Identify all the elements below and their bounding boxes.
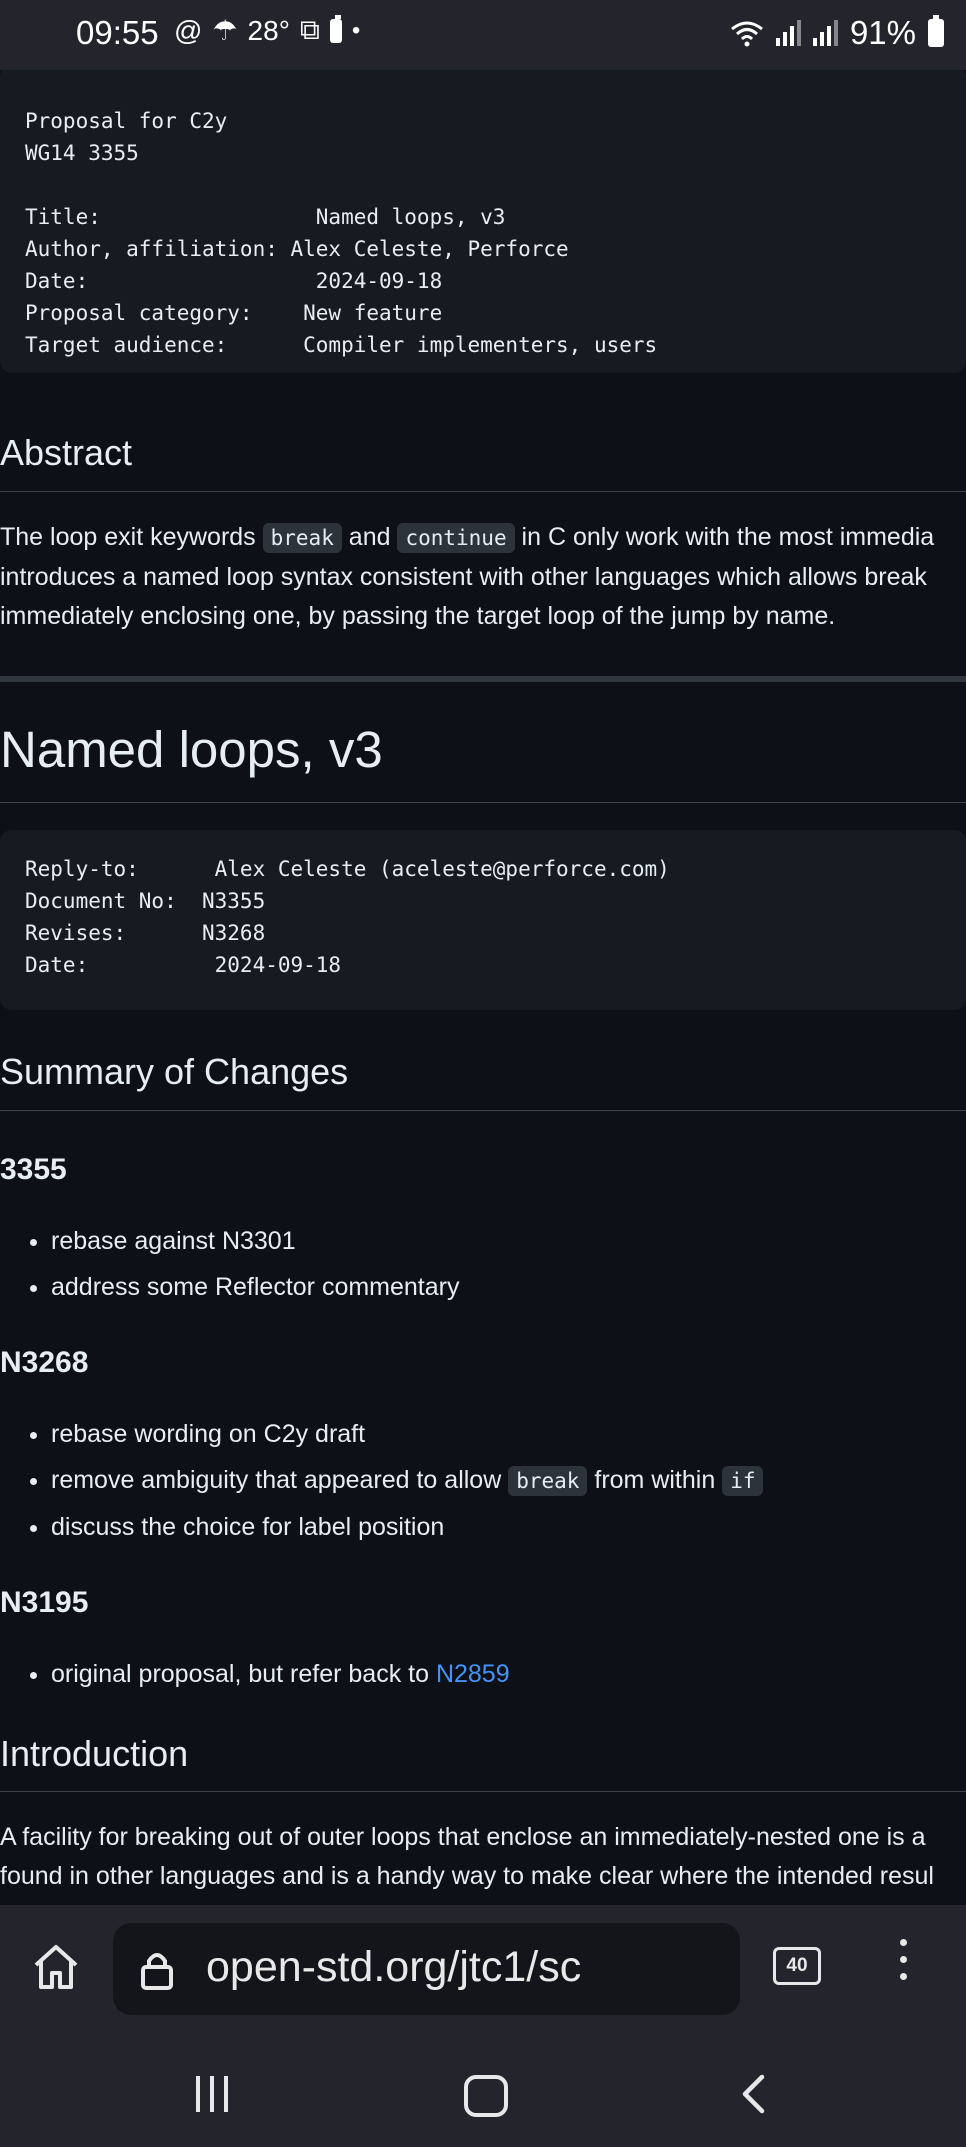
url-fade — [670, 1923, 740, 2015]
text: The loop exit keywords — [0, 523, 263, 551]
code-if: if — [722, 1466, 764, 1496]
introduction-paragraph: A facility for breaking out of outer loo… — [0, 1818, 966, 1896]
version-n3195-heading: N3195 — [0, 1586, 89, 1619]
proposal-meta-block: Proposal for C2y WG14 3355 Title: Named … — [0, 70, 966, 373]
nav-home-icon[interactable] — [464, 2075, 508, 2117]
address-bar[interactable]: open-std.org/jtc1/sc — [113, 1923, 740, 2015]
document-title: Named loops, v3 — [0, 721, 383, 778]
weather-icon: ☂ — [212, 15, 238, 46]
browser-toolbar: open-std.org/jtc1/sc 40 — [0, 1905, 966, 2033]
introduction-heading: Introduction — [0, 1733, 189, 1774]
intro-line: found in other languages and is a handy … — [0, 1862, 934, 1890]
list-item: rebase wording on C2y draft — [51, 1411, 763, 1457]
list-item: original proposal, but refer back to N28… — [51, 1651, 510, 1697]
code-continue: continue — [397, 523, 515, 553]
back-icon[interactable] — [738, 2073, 768, 2115]
dot-icon: • — [351, 16, 361, 44]
text: and — [341, 523, 398, 551]
signal-icon — [775, 20, 801, 46]
divider — [0, 491, 966, 492]
battery-icon — [928, 15, 944, 47]
wifi-icon — [731, 21, 763, 47]
document-info-block: Reply-to: Alex Celeste (aceleste@perforc… — [0, 830, 966, 1010]
meta-line: WG14 3355 — [25, 141, 139, 165]
text: original proposal, but refer back to — [51, 1660, 436, 1688]
home-icon[interactable] — [30, 1941, 82, 1993]
screen-record-icon: ⧉ — [299, 14, 320, 45]
abstract-line: introduces a named loop syntax consisten… — [0, 563, 927, 591]
link-n2859[interactable]: N2859 — [436, 1660, 510, 1688]
tabs-icon[interactable]: 40 — [773, 1947, 821, 1985]
meta-line: Target audience: Compiler implementers, … — [25, 333, 658, 357]
version-n3195-list: original proposal, but refer back to N28… — [0, 1651, 510, 1697]
url-text[interactable]: open-std.org/jtc1/sc — [206, 1943, 581, 1992]
text: from within — [587, 1466, 723, 1494]
version-3355-heading: 3355 — [0, 1153, 67, 1186]
list-item: address some Reflector commentary — [51, 1264, 459, 1310]
signal-icon-2 — [812, 20, 838, 46]
info-line: Date: 2024-09-18 — [25, 953, 342, 977]
summary-heading: Summary of Changes — [0, 1051, 349, 1092]
version-n3268-list: rebase wording on C2y draft remove ambig… — [0, 1411, 764, 1550]
list-item: remove ambiguity that appeared to allow … — [51, 1457, 764, 1504]
abstract-paragraph: The loop exit keywords break and continu… — [0, 518, 966, 636]
page-content: Proposal for C2y WG14 3355 Title: Named … — [0, 70, 966, 1905]
divider — [0, 802, 966, 803]
divider — [0, 1110, 966, 1111]
temperature: 28° — [247, 14, 290, 46]
abstract-line: The loop exit keywords break and continu… — [0, 518, 966, 558]
version-3355-list: rebase against N3301 address some Reflec… — [0, 1218, 459, 1310]
intro-line: A facility for breaking out of outer loo… — [0, 1823, 926, 1851]
menu-icon[interactable] — [900, 1939, 908, 1990]
section-divider — [0, 676, 966, 682]
meta-line: Proposal category: New feature — [25, 301, 443, 325]
status-left-icons: @ ☂ 28° ⧉ • — [174, 14, 360, 47]
meta-line: Date: 2024-09-18 — [25, 269, 443, 293]
text: remove ambiguity that appeared to allow — [51, 1466, 509, 1494]
abstract-line: immediately enclosing one, by passing th… — [0, 602, 836, 630]
at-icon: @ — [174, 14, 203, 46]
recents-icon[interactable] — [196, 2076, 228, 2112]
list-item: rebase against N3301 — [51, 1218, 459, 1264]
meta-line: Title: Named loops, v3 — [25, 205, 506, 229]
meta-line: Author, affiliation: Alex Celeste, Perfo… — [25, 237, 569, 261]
code-break: break — [508, 1466, 588, 1496]
version-n3268-heading: N3268 — [0, 1346, 89, 1379]
info-line: Reply-to: Alex Celeste (aceleste@perforc… — [25, 857, 670, 881]
meta-line: Proposal for C2y — [25, 109, 228, 133]
abstract-heading: Abstract — [0, 432, 133, 473]
list-item: discuss the choice for label position — [51, 1504, 763, 1550]
info-line: Document No: N3355 — [25, 889, 266, 913]
status-time: 09:55 — [76, 14, 159, 51]
status-bar: 09:55 @ ☂ 28° ⧉ • 91% — [0, 0, 966, 70]
code-break: break — [262, 523, 342, 553]
lock-icon[interactable] — [139, 1949, 175, 1991]
battery-percent: 91% — [849, 14, 916, 51]
system-nav-bar — [0, 2033, 966, 2147]
divider — [0, 1791, 966, 1792]
info-line: Revises: N3268 — [25, 921, 266, 945]
status-right-icons: 91% — [730, 14, 944, 52]
battery-small-icon — [329, 14, 342, 43]
text: in C only work with the most immedia — [514, 523, 935, 551]
